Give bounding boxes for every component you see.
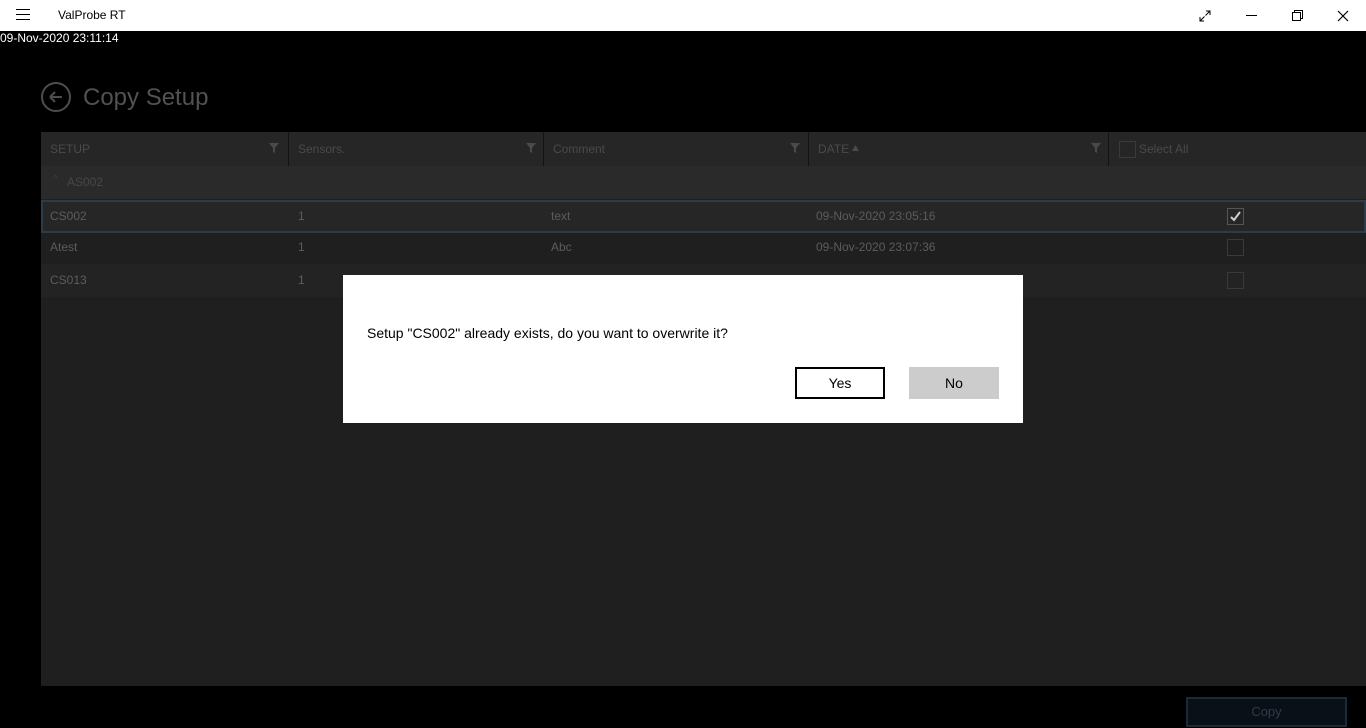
column-label: Sensors.	[298, 142, 346, 156]
select-all-label: Select All	[1139, 142, 1189, 156]
no-button[interactable]: No	[909, 367, 999, 399]
row-checkbox[interactable]	[1227, 239, 1244, 256]
sort-ascending-icon	[852, 145, 859, 151]
column-header-date[interactable]: DATE	[809, 132, 1109, 166]
close-button[interactable]	[1320, 0, 1366, 31]
filter-icon[interactable]	[526, 143, 536, 153]
select-all-checkbox[interactable]	[1119, 141, 1136, 158]
group-row[interactable]: ^ AS002	[41, 166, 1366, 199]
clock-timestamp: 09-Nov-2020 23:11:14	[0, 31, 119, 45]
filter-icon[interactable]	[1091, 143, 1101, 153]
expand-icon	[1199, 10, 1211, 21]
cell-date: 09-Nov-2020 23:07:36	[816, 240, 936, 254]
row-checkbox[interactable]	[1227, 208, 1244, 225]
cell-setup: CS002	[50, 209, 87, 223]
overwrite-dialog: Setup "CS002" already exists, do you wan…	[343, 275, 1023, 423]
cell-setup: Atest	[50, 240, 78, 254]
column-label: Comment	[553, 142, 606, 156]
dialog-message: Setup "CS002" already exists, do you wan…	[367, 325, 728, 341]
cell-setup: CS013	[50, 273, 87, 287]
cell-sensors: 1	[298, 273, 305, 287]
column-header-comment[interactable]: Comment	[544, 132, 809, 166]
restore-icon	[1291, 10, 1303, 21]
cell-sensors: 1	[298, 240, 305, 254]
full-screen-button[interactable]	[1182, 0, 1228, 31]
cell-comment: Abc	[551, 240, 572, 254]
minimize-icon	[1245, 15, 1257, 16]
row-checkbox[interactable]	[1227, 272, 1244, 289]
back-button[interactable]	[41, 82, 71, 112]
filter-icon[interactable]	[790, 143, 800, 153]
filter-icon[interactable]	[269, 143, 279, 153]
page-title: Copy Setup	[83, 84, 209, 111]
restore-button[interactable]	[1274, 0, 1320, 31]
close-icon	[1337, 10, 1349, 21]
app-title: ValProbe RT	[58, 8, 126, 22]
minimize-button[interactable]	[1228, 0, 1274, 31]
group-label: AS002	[67, 175, 104, 189]
table-row[interactable]: CS002 1 text 09-Nov-2020 23:05:16	[41, 200, 1366, 233]
column-label: SETUP	[50, 142, 91, 156]
copy-button[interactable]: Copy	[1186, 697, 1347, 727]
cell-sensors: 1	[298, 209, 305, 223]
table-row[interactable]: Atest 1 Abc 09-Nov-2020 23:07:36	[41, 231, 1366, 264]
column-header-setup[interactable]: SETUP	[41, 132, 289, 166]
checkmark-icon	[1230, 211, 1241, 222]
hamburger-menu-icon[interactable]	[16, 9, 30, 21]
cell-date: 09-Nov-2020 23:05:16	[816, 209, 936, 223]
title-bar: ValProbe RT	[0, 0, 1366, 31]
column-label: DATE	[818, 142, 850, 156]
chevron-up-icon[interactable]: ^	[53, 174, 58, 185]
back-arrow-icon	[49, 91, 62, 103]
cell-comment: text	[551, 209, 571, 223]
column-header-sensors[interactable]: Sensors.	[289, 132, 544, 166]
yes-button[interactable]: Yes	[795, 367, 885, 399]
grid-header: SETUP Sensors. Comment DATE Select All	[41, 132, 1366, 166]
